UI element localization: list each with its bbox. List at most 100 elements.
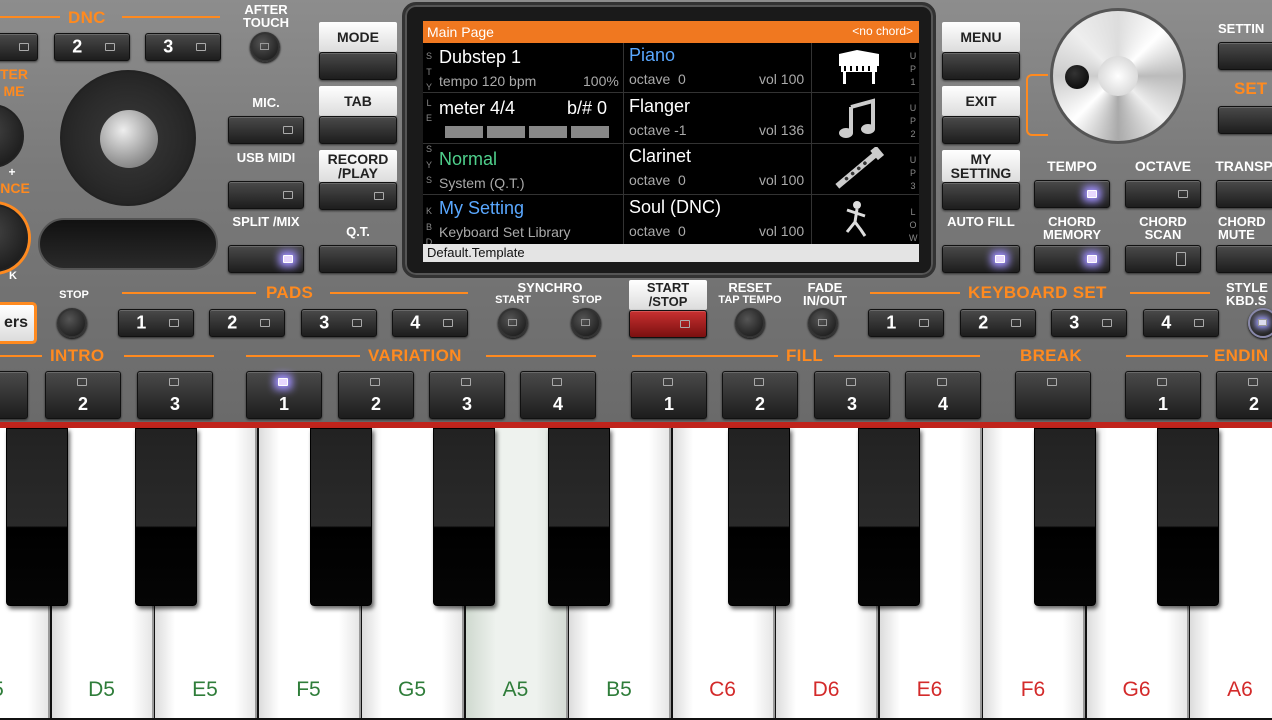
intro-button-2[interactable]: 2: [45, 371, 121, 419]
style-button-left[interactable]: ers: [0, 305, 34, 341]
black-key[interactable]: [858, 428, 920, 606]
split-mix-button[interactable]: [228, 245, 304, 273]
button-number: 1: [1157, 394, 1168, 414]
lcd-screen[interactable]: Main Page <no chord> STYLESYSKBD UP1UP2U…: [423, 21, 919, 262]
black-key[interactable]: [1034, 428, 1096, 606]
track-name[interactable]: Piano: [629, 45, 675, 66]
clarinet-icon[interactable]: [827, 145, 889, 191]
reset-button[interactable]: [735, 308, 765, 338]
mode-button[interactable]: [319, 52, 397, 80]
music-note-icon[interactable]: [827, 97, 889, 141]
tempo-button[interactable]: [1034, 180, 1110, 208]
synchro-stop-button[interactable]: [571, 308, 601, 338]
black-key[interactable]: [310, 428, 372, 606]
variation-button-2[interactable]: 2: [338, 371, 414, 419]
key-label: G6: [1122, 678, 1151, 701]
led-icon: [1176, 252, 1186, 266]
led-icon: [1047, 378, 1057, 386]
transpose-button[interactable]: [1216, 180, 1272, 208]
setting-label: SETTIN: [1218, 21, 1265, 36]
pad-button-2[interactable]: 2: [209, 309, 285, 337]
led-icon: [169, 378, 179, 386]
qt-button[interactable]: [319, 245, 397, 273]
fill-button-3[interactable]: 3: [814, 371, 890, 419]
ending-button-1[interactable]: 1: [1125, 371, 1201, 419]
variation-button-3[interactable]: 3: [429, 371, 505, 419]
ribbon-controller[interactable]: [38, 218, 218, 270]
track-octave: octave 0: [629, 172, 686, 188]
chord-scan-button[interactable]: [1125, 245, 1201, 273]
chord-mute-label: CHORD MUTE: [1218, 214, 1266, 242]
chord-mute-button[interactable]: [1216, 245, 1272, 273]
pad-button-3[interactable]: 3: [301, 309, 377, 337]
black-key[interactable]: [1157, 428, 1219, 606]
key-label: D6: [812, 678, 840, 701]
after-touch-button[interactable]: [250, 32, 280, 62]
menu-button[interactable]: [942, 52, 1020, 80]
dnc-button-1[interactable]: [0, 33, 38, 61]
ending-button-2[interactable]: 2: [1216, 371, 1272, 419]
tab-button[interactable]: [319, 116, 397, 144]
stop-label: STOP: [59, 289, 89, 301]
lcd-header: Main Page <no chord>: [423, 21, 919, 43]
set-button[interactable]: [1218, 106, 1272, 134]
keyboard-set-button-3[interactable]: 3: [1051, 309, 1127, 337]
dial-grip[interactable]: [1065, 65, 1089, 89]
piano-icon[interactable]: [827, 46, 889, 90]
keyboard-set-button-2[interactable]: 2: [960, 309, 1036, 337]
led-icon: [196, 43, 206, 51]
track-name[interactable]: Clarinet: [629, 146, 691, 167]
mic-button[interactable]: [228, 116, 304, 144]
exit-label: EXIT: [942, 86, 1020, 116]
intro-button-1[interactable]: [0, 371, 28, 419]
menu-label: MENU: [942, 22, 1020, 52]
joystick-cap[interactable]: [100, 110, 158, 168]
black-key[interactable]: [6, 428, 68, 606]
auto-fill-button[interactable]: [942, 245, 1020, 273]
break-button[interactable]: [1015, 371, 1091, 419]
exit-button[interactable]: [942, 116, 1020, 144]
pad-button-1[interactable]: 1: [118, 309, 194, 337]
reset-label: RESET: [728, 280, 772, 295]
stop-button[interactable]: [57, 308, 87, 338]
fill-button-4[interactable]: 4: [905, 371, 981, 419]
synchro-start-button[interactable]: [498, 308, 528, 338]
black-key[interactable]: [433, 428, 495, 606]
joystick[interactable]: [60, 70, 196, 206]
led-icon: [19, 43, 29, 51]
black-key[interactable]: [728, 428, 790, 606]
usb-midi-button[interactable]: [228, 181, 304, 209]
keyboard-set-button-4[interactable]: 4: [1143, 309, 1219, 337]
volume-knob[interactable]: [0, 104, 24, 168]
my-setting-button[interactable]: [942, 182, 1020, 210]
fill-button-2[interactable]: 2: [722, 371, 798, 419]
record-play-button[interactable]: [319, 182, 397, 210]
keyboard-set-button-1[interactable]: 1: [868, 309, 944, 337]
variation-button-1[interactable]: 1: [246, 371, 322, 419]
led-icon: [461, 378, 471, 386]
fade-button[interactable]: [808, 308, 838, 338]
style-kbd-button[interactable]: [1248, 308, 1272, 338]
octave-button[interactable]: [1125, 180, 1201, 208]
intro-button-3[interactable]: 3: [137, 371, 213, 419]
track-name[interactable]: Flanger: [629, 96, 690, 117]
fill-button-1[interactable]: 1: [631, 371, 707, 419]
led-icon: [846, 378, 856, 386]
dnc-button-3[interactable]: 3: [145, 33, 221, 61]
key-label: B5: [606, 678, 632, 701]
chord-memory-button[interactable]: [1034, 245, 1110, 273]
balance-knob[interactable]: [0, 204, 28, 272]
button-number: 1: [886, 312, 897, 333]
track-name[interactable]: Soul (DNC): [629, 197, 721, 218]
data-dial[interactable]: [1050, 8, 1186, 144]
set-label: SET: [1234, 79, 1268, 98]
black-key[interactable]: [548, 428, 610, 606]
setting-button[interactable]: [1218, 42, 1272, 70]
black-key[interactable]: [135, 428, 197, 606]
dancer-icon[interactable]: [827, 198, 889, 242]
led-icon: [581, 319, 590, 326]
start-stop-button[interactable]: [629, 310, 707, 338]
pad-button-4[interactable]: 4: [392, 309, 468, 337]
dnc-button-2[interactable]: 2: [54, 33, 130, 61]
variation-button-4[interactable]: 4: [520, 371, 596, 419]
